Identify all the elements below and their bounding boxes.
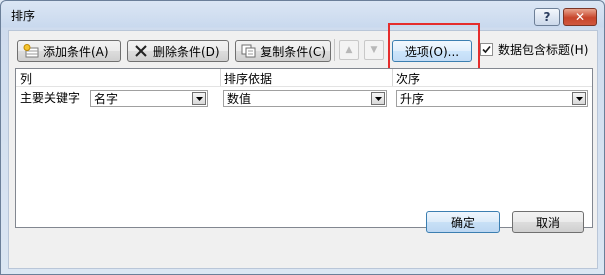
chevron-down-icon[interactable] (371, 92, 385, 105)
header-row-checkbox[interactable]: 数据包含标题(H) (480, 41, 588, 58)
grid-header: 列 排序依据 次序 (16, 69, 592, 87)
move-down-icon: ▼ (370, 45, 378, 55)
column-header-order: 次序 (396, 72, 421, 86)
row-label-primary-key: 主要关键字 (20, 91, 81, 105)
sort-on-select[interactable]: 数值 (223, 90, 387, 107)
order-select[interactable]: 升序 (396, 90, 588, 107)
options-label: 选项(O)... (404, 44, 460, 59)
chevron-down-icon[interactable] (572, 92, 586, 105)
check-icon (482, 45, 491, 54)
ok-button[interactable]: 确定 (426, 211, 500, 233)
move-up-button[interactable]: ▲ (339, 40, 359, 60)
options-button[interactable]: 选项(O)... (392, 40, 472, 62)
column-select-value: 名字 (94, 92, 119, 106)
header-row-checkbox-label: 数据包含标题(H) (498, 43, 589, 57)
title-bar[interactable]: 排序 ? ✕ (1, 1, 604, 29)
order-select-value: 升序 (400, 92, 425, 106)
dialog-title: 排序 (11, 9, 36, 23)
delete-condition-label: 删除条件(D) (153, 44, 220, 59)
copy-condition-label: 复制条件(C) (260, 44, 326, 59)
toolbar-divider (334, 39, 335, 61)
sort-on-select-value: 数值 (227, 92, 252, 106)
ok-label: 确定 (450, 215, 475, 230)
cancel-label: 取消 (535, 215, 560, 230)
sort-level-row[interactable]: 主要关键字 名字 数值 升序 (16, 87, 592, 109)
move-down-button[interactable]: ▼ (364, 40, 384, 60)
delete-icon (132, 43, 150, 59)
column-header-column: 列 (20, 72, 33, 86)
checkbox-box[interactable] (480, 43, 493, 56)
column-select[interactable]: 名字 (90, 90, 208, 107)
chevron-down-icon[interactable] (192, 92, 206, 105)
help-button[interactable]: ? (534, 8, 560, 26)
copy-condition-button[interactable]: 复制条件(C) (235, 40, 331, 62)
column-divider[interactable] (220, 69, 221, 86)
column-divider[interactable] (392, 69, 393, 86)
move-up-icon: ▲ (345, 45, 353, 55)
column-header-sort-on: 排序依据 (224, 72, 273, 86)
close-button[interactable]: ✕ (563, 8, 597, 26)
sort-dialog: 排序 ? ✕ 添加条件(A) 删除条件(D) 复制条件(C) ▲ ▼ 选项(O)… (0, 0, 605, 275)
add-condition-button[interactable]: 添加条件(A) (17, 40, 121, 62)
sort-levels-grid: 列 排序依据 次序 主要关键字 名字 数值 升序 (15, 68, 593, 228)
copy-icon (240, 43, 257, 59)
add-condition-label: 添加条件(A) (43, 44, 109, 59)
cancel-button[interactable]: 取消 (512, 211, 584, 233)
delete-condition-button[interactable]: 删除条件(D) (127, 40, 229, 62)
add-condition-icon (22, 43, 40, 59)
